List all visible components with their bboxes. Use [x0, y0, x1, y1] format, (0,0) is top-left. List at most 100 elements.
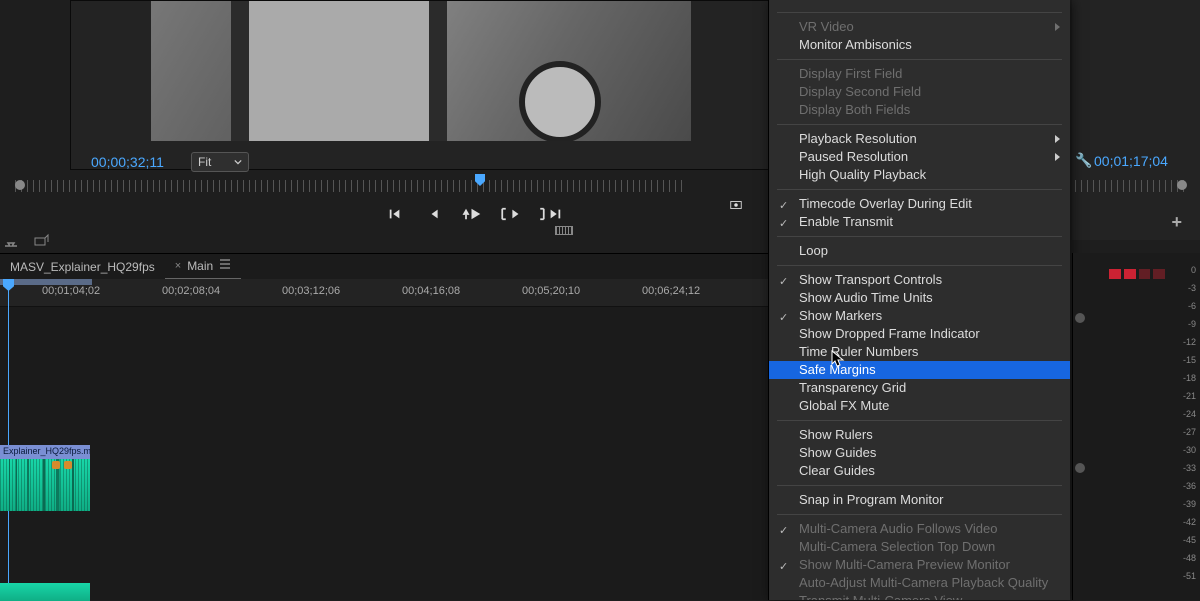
- secondary-monitor: 🔧 00;01;17;04: [1072, 0, 1200, 240]
- menu-monitor-ambisonics[interactable]: Monitor Ambisonics: [769, 36, 1070, 54]
- meter-db-label: -39: [1174, 499, 1196, 509]
- timeline-tabs: MASV_Explainer_HQ29fps × Main: [0, 253, 770, 279]
- menu-time-ruler-numbers[interactable]: Time Ruler Numbers: [769, 343, 1070, 361]
- timeline-clip[interactable]: [0, 583, 90, 601]
- menu-display-both-fields[interactable]: Display Both Fields: [769, 101, 1070, 119]
- menu-display-first-field[interactable]: Display First Field: [769, 65, 1070, 83]
- meter-db-label: -15: [1174, 355, 1196, 365]
- go-to-in-icon[interactable]: [387, 206, 403, 222]
- menu-vr-video[interactable]: VR Video: [769, 18, 1070, 36]
- meter-db-label: -21: [1174, 391, 1196, 401]
- timeline-mark: 00;05;20;10: [522, 285, 580, 297]
- menu-transparency-grid[interactable]: Transparency Grid: [769, 379, 1070, 397]
- submenu-arrow-icon: [1055, 135, 1060, 143]
- menu-paused-resolution[interactable]: Paused Resolution: [769, 148, 1070, 166]
- clip-audio-waveform[interactable]: [0, 459, 90, 511]
- bracket-in-icon[interactable]: [496, 206, 512, 222]
- meter-db-label: -42: [1174, 517, 1196, 527]
- clip-marker-icon[interactable]: [64, 461, 72, 469]
- meter-bar: [1139, 269, 1151, 279]
- format-indicator-icon: [555, 226, 573, 235]
- zoom-fit-dropdown[interactable]: Fit: [191, 152, 249, 172]
- menu-mc-transmit[interactable]: Transmit Multi-Camera View: [769, 592, 1070, 600]
- menu-show-guides[interactable]: Show Guides: [769, 444, 1070, 462]
- export-frame-icon[interactable]: [728, 197, 744, 213]
- meter-scale: 0-3-6-9-12-15-18-21-24-27-30-33-36-39-42…: [1174, 265, 1196, 594]
- ruler-start-handle[interactable]: [15, 180, 25, 190]
- timeline-mark: 00;04;16;08: [402, 285, 460, 297]
- meter-db-label: -6: [1174, 301, 1196, 311]
- meter-db-label: -27: [1174, 427, 1196, 437]
- menu-loop[interactable]: Loop: [769, 242, 1070, 260]
- meter-db-label: -36: [1174, 481, 1196, 491]
- close-icon[interactable]: ×: [175, 260, 181, 272]
- menu-high-quality-playback[interactable]: High Quality Playback: [769, 166, 1070, 184]
- monitor-settings-menu: VR Video Monitor Ambisonics Display Firs…: [768, 0, 1070, 600]
- wrench-icon[interactable]: 🔧: [1075, 152, 1092, 169]
- menu-display-second-field[interactable]: Display Second Field: [769, 83, 1070, 101]
- meter-db-label: -9: [1174, 319, 1196, 329]
- menu-show-markers[interactable]: ✓Show Markers: [769, 307, 1070, 325]
- menu-mc-auto-adjust[interactable]: Auto-Adjust Multi-Camera Playback Qualit…: [769, 574, 1070, 592]
- timeline-playhead[interactable]: [8, 279, 9, 599]
- clip-marker-icon[interactable]: [52, 461, 60, 469]
- meter-bar: [1109, 269, 1121, 279]
- program-monitor: 00;00;32;11 Fit: [70, 0, 770, 170]
- panel-tools: [3, 233, 49, 249]
- out-timecode[interactable]: 00;01;17;04: [1094, 153, 1168, 169]
- mark-in-icon[interactable]: [458, 206, 474, 222]
- meter-db-label: -12: [1174, 337, 1196, 347]
- ruler-end-handle[interactable]: [1177, 180, 1187, 190]
- monitor-time-ruler[interactable]: [15, 180, 685, 192]
- timeline-mark: 00;06;24;12: [642, 285, 700, 297]
- tab-main[interactable]: × Main: [165, 253, 241, 280]
- meter-db-label: -51: [1174, 571, 1196, 581]
- timeline-clip[interactable]: Explainer_HQ29fps.m: [0, 445, 90, 511]
- meter-db-label: -45: [1174, 535, 1196, 545]
- meter-db-label: -24: [1174, 409, 1196, 419]
- menu-global-fx-mute[interactable]: Global FX Mute: [769, 397, 1070, 415]
- bracket-out-icon[interactable]: [534, 206, 550, 222]
- add-button[interactable]: +: [1171, 212, 1182, 233]
- chevron-down-icon: [234, 158, 242, 166]
- playhead-timecode[interactable]: 00;00;32;11: [91, 154, 164, 170]
- video-preview[interactable]: [151, 1, 691, 141]
- clip-label: Explainer_HQ29fps.m: [0, 445, 90, 459]
- menu-show-transport[interactable]: ✓Show Transport Controls: [769, 271, 1070, 289]
- tab-source[interactable]: MASV_Explainer_HQ29fps: [0, 255, 165, 279]
- overwrite-icon[interactable]: [33, 233, 49, 249]
- track-target-icon[interactable]: [1075, 463, 1085, 473]
- track-target-icon[interactable]: [1075, 313, 1085, 323]
- step-back-icon[interactable]: [427, 206, 443, 222]
- timeline-mark: 00;02;08;04: [162, 285, 220, 297]
- meter-db-label: -3: [1174, 283, 1196, 293]
- menu-playback-resolution[interactable]: Playback Resolution: [769, 130, 1070, 148]
- menu-show-audio-time[interactable]: Show Audio Time Units: [769, 289, 1070, 307]
- meter-db-label: -18: [1174, 373, 1196, 383]
- timeline-panel: 00;01;04;02 00;02;08;04 00;03;12;06 00;0…: [0, 279, 770, 600]
- timeline-mark: 00;03;12;06: [282, 285, 340, 297]
- menu-mc-show-preview[interactable]: ✓Show Multi-Camera Preview Monitor: [769, 556, 1070, 574]
- menu-show-dropped[interactable]: Show Dropped Frame Indicator: [769, 325, 1070, 343]
- menu-mc-selection-top[interactable]: Multi-Camera Selection Top Down: [769, 538, 1070, 556]
- check-icon: ✓: [779, 215, 788, 233]
- ruler-playhead[interactable]: [475, 174, 485, 186]
- menu-enable-transmit[interactable]: ✓Enable Transmit: [769, 213, 1070, 231]
- menu-clear-guides[interactable]: Clear Guides: [769, 462, 1070, 480]
- timeline-mark: 00;01;04;02: [42, 285, 100, 297]
- submenu-arrow-icon: [1055, 23, 1060, 31]
- menu-safe-margins[interactable]: Safe Margins: [769, 361, 1070, 379]
- insert-icon[interactable]: [3, 233, 19, 249]
- menu-timecode-overlay[interactable]: ✓Timecode Overlay During Edit: [769, 195, 1070, 213]
- secondary-ruler[interactable]: [1075, 180, 1187, 192]
- meter-db-label: -30: [1174, 445, 1196, 455]
- menu-mc-audio-follows[interactable]: ✓Multi-Camera Audio Follows Video: [769, 520, 1070, 538]
- tab-source-label: MASV_Explainer_HQ29fps: [10, 260, 155, 274]
- meter-db-label: -33: [1174, 463, 1196, 473]
- transport-controls: [70, 197, 770, 231]
- timeline-ruler[interactable]: 00;01;04;02 00;02;08;04 00;03;12;06 00;0…: [0, 279, 770, 307]
- menu-snap-program[interactable]: Snap in Program Monitor: [769, 491, 1070, 509]
- menu-show-rulers[interactable]: Show Rulers: [769, 426, 1070, 444]
- tab-main-label: Main: [187, 259, 213, 273]
- hamburger-icon[interactable]: [219, 258, 231, 273]
